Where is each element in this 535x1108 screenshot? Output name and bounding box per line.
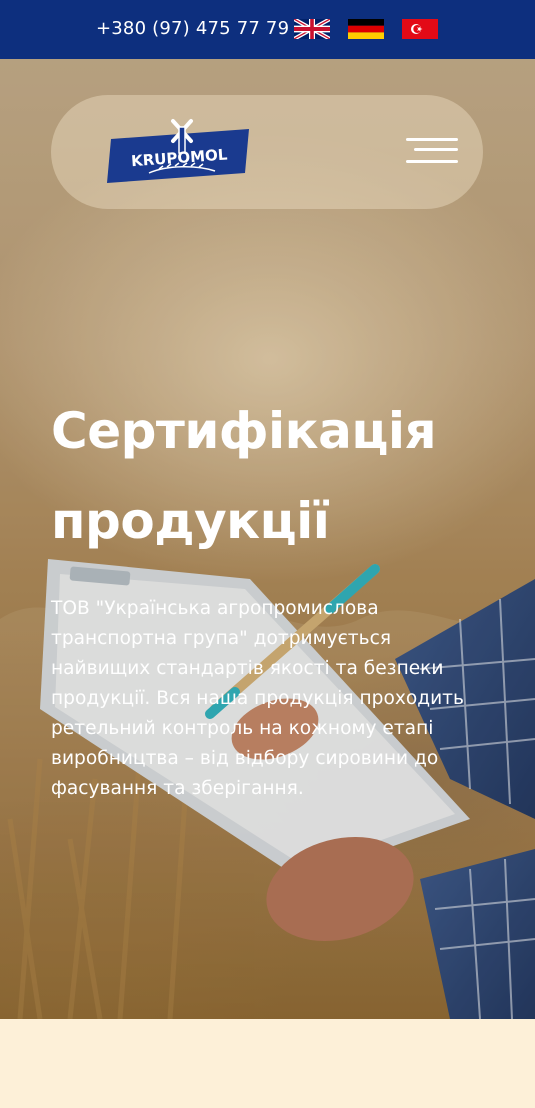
menu-line: [414, 148, 458, 151]
hero-description: ТОВ "Українська агропромислова транспорт…: [51, 598, 464, 799]
hamburger-menu-icon[interactable]: [406, 135, 460, 167]
top-bar: +380 (97) 475 77 79: [0, 0, 535, 59]
krupomol-logo[interactable]: KRUPOMOL: [107, 117, 251, 187]
phone-link[interactable]: +380 (97) 475 77 79: [96, 17, 289, 41]
menu-line: [406, 138, 458, 141]
content-section: [0, 1019, 535, 1108]
turkey-flag-icon[interactable]: [402, 19, 438, 39]
germany-flag-icon[interactable]: [348, 19, 384, 39]
page-title: Сертифікація продукції: [51, 402, 437, 550]
hero-section: KRUPOMOL Сертифікація продукції ТОВ "Укр…: [0, 59, 535, 1019]
menu-line: [406, 160, 458, 163]
header-nav: KRUPOMOL: [51, 95, 483, 209]
uk-flag-icon[interactable]: [294, 19, 330, 39]
